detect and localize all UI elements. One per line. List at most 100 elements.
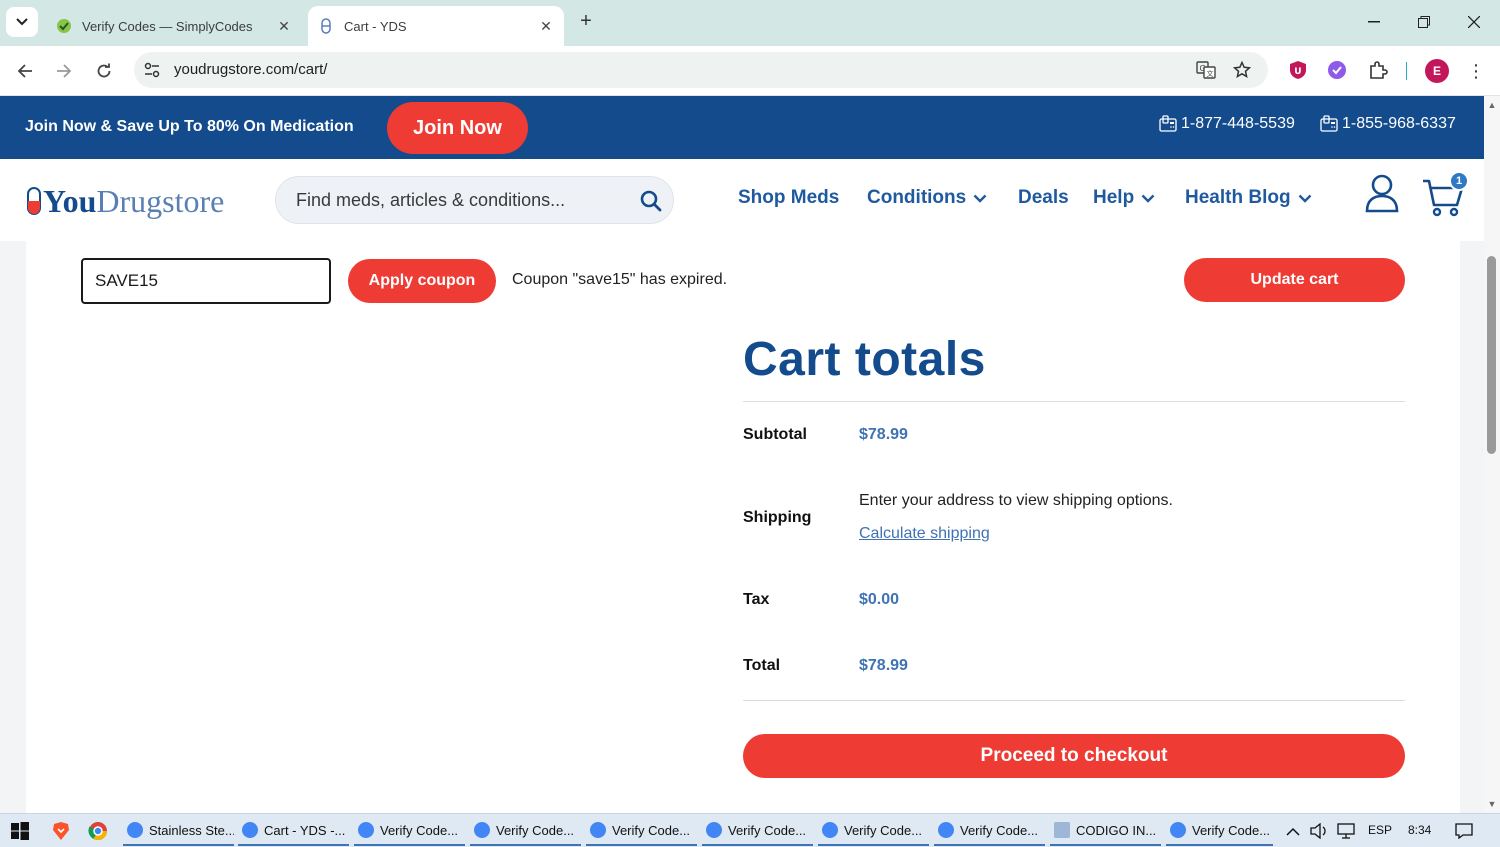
chrome-browser-icon[interactable] (88, 821, 108, 841)
tab-title: Verify Codes — SimplyCodes (82, 18, 253, 34)
taskbar-app-label: Verify Code... (380, 822, 459, 838)
chrome-app-icon (590, 822, 606, 838)
chrome-app-icon (127, 822, 143, 838)
tab-simplycodes[interactable]: Verify Codes — SimplyCodes ✕ (46, 6, 302, 46)
subtotal-label: Subtotal (743, 426, 807, 443)
cart-content (26, 241, 1460, 813)
account-user-icon[interactable] (1364, 173, 1400, 213)
svg-text:U: U (1294, 67, 1301, 77)
chrome-app-icon (1170, 822, 1186, 838)
search-input[interactable] (296, 188, 616, 212)
volume-icon[interactable] (1309, 821, 1329, 841)
nav-shop-meds[interactable]: Shop Meds (738, 187, 839, 209)
arrow-left-icon (17, 64, 32, 78)
chrome-app-icon (242, 822, 258, 838)
calculate-shipping-link[interactable]: Calculate shipping (859, 525, 990, 543)
fax-icon (1320, 115, 1338, 132)
promo-bar: Join Now & Save Up To 80% On Medication … (0, 96, 1484, 159)
taskbar-app-label: Verify Code... (844, 822, 923, 838)
logo-drugstore-text: Drugstore (96, 182, 225, 219)
proceed-to-checkout-button[interactable]: Proceed to checkout (743, 734, 1405, 778)
taskbar-app[interactable]: CODIGO IN... (1050, 816, 1161, 846)
close-icon[interactable]: ✕ (276, 18, 292, 35)
page-gutter-left (0, 241, 26, 813)
clock-time[interactable]: 8:34 (1408, 823, 1431, 837)
subtotal-value: $78.99 (859, 426, 908, 443)
browser-menu-icon[interactable]: ⋮ (1466, 59, 1486, 83)
nav-link-label: Help (1093, 187, 1135, 208)
back-button[interactable] (11, 57, 39, 85)
coupon-code-input[interactable] (81, 258, 331, 304)
toolbar-divider (1406, 62, 1407, 80)
shipping-text: Enter your address to view shipping opti… (859, 492, 1173, 509)
apply-coupon-button[interactable]: Apply coupon (348, 259, 496, 303)
nav-conditions[interactable]: Conditions (867, 187, 987, 209)
taskbar-app-label: Verify Code... (496, 822, 575, 838)
update-cart-button[interactable]: Update cart (1184, 258, 1405, 302)
simplycodes-extension-icon[interactable] (1326, 59, 1348, 81)
network-icon[interactable] (1337, 821, 1357, 841)
scroll-down-arrow-icon[interactable]: ▼ (1487, 799, 1497, 809)
taskbar-app[interactable]: Verify Code... (934, 816, 1045, 846)
pill-favicon-icon (318, 18, 334, 34)
cart-count-badge: 1 (1449, 171, 1469, 191)
profile-avatar[interactable]: E (1425, 59, 1449, 83)
browser-toolbar: youdrugstore.com/cart/ G文 U E ⋮ (0, 46, 1500, 96)
notifications-icon[interactable] (1454, 821, 1474, 841)
nav-deals[interactable]: Deals (1018, 187, 1069, 209)
reload-icon (97, 63, 111, 78)
taskbar-app[interactable]: Verify Code... (818, 816, 929, 846)
minimize-button[interactable] (1354, 8, 1394, 36)
close-window-button[interactable] (1454, 8, 1494, 36)
page-scrollbar[interactable]: ▲ ▼ (1484, 96, 1500, 813)
phone-number-text: 1-877-448-5539 (1181, 115, 1295, 132)
windows-start-icon[interactable] (10, 821, 30, 841)
taskbar-app[interactable]: Cart - YDS -... (238, 816, 349, 846)
close-icon[interactable]: ✕ (538, 18, 554, 35)
taskbar-app-label: Verify Code... (960, 822, 1039, 838)
taskbar-app-label: CODIGO IN... (1076, 822, 1157, 838)
language-indicator[interactable]: ESP (1368, 823, 1392, 837)
url-text[interactable]: youdrugstore.com/cart/ (174, 61, 327, 78)
scrollbar-thumb[interactable] (1487, 256, 1496, 454)
notepad-app-icon (1054, 822, 1070, 838)
taskbar-app-label: Stainless Ste... (149, 822, 234, 838)
address-bar[interactable]: youdrugstore.com/cart/ G文 (134, 52, 1268, 88)
tab-search-button[interactable] (6, 7, 38, 37)
new-tab-button[interactable]: + (574, 10, 598, 34)
nav-help[interactable]: Help (1093, 187, 1155, 209)
extensions-puzzle-icon[interactable] (1367, 59, 1389, 81)
chrome-app-icon (706, 822, 722, 838)
tab-cart-yds[interactable]: Cart - YDS ✕ (308, 6, 564, 46)
site-settings-icon[interactable] (143, 61, 161, 79)
taskbar-app[interactable]: Verify Code... (1166, 816, 1273, 846)
join-now-button[interactable]: Join Now (387, 102, 528, 154)
phone-number-2[interactable]: 1-855-968-6337 (1320, 115, 1456, 133)
nav-health-blog[interactable]: Health Blog (1185, 187, 1312, 209)
search-icon[interactable] (639, 189, 663, 213)
taskbar-app[interactable]: Verify Code... (586, 816, 697, 846)
taskbar-app[interactable]: Verify Code... (702, 816, 813, 846)
scroll-up-arrow-icon[interactable]: ▲ (1487, 100, 1497, 110)
reload-button[interactable] (90, 57, 118, 85)
taskbar-app[interactable]: Verify Code... (470, 816, 581, 846)
chrome-app-icon (938, 822, 954, 838)
chevron-down-icon (1141, 194, 1155, 203)
taskbar-app[interactable]: Stainless Ste... (123, 816, 234, 846)
tax-label: Tax (743, 591, 770, 608)
taskbar-app[interactable]: Verify Code... (354, 816, 465, 846)
nav-link-label: Conditions (867, 187, 967, 208)
chevron-up-icon[interactable] (1283, 821, 1303, 841)
bookmark-star-icon[interactable] (1232, 60, 1252, 80)
restore-button[interactable] (1404, 8, 1444, 36)
windows-taskbar: Stainless Ste... Cart - YDS -... Verify … (0, 813, 1500, 847)
taskbar-app-label: Verify Code... (728, 822, 807, 838)
coupon-message: Coupon "save15" has expired. (512, 271, 728, 288)
phone-number-text: 1-855-968-6337 (1342, 115, 1456, 132)
brave-browser-icon[interactable] (51, 821, 71, 841)
forward-button[interactable] (50, 57, 78, 85)
translate-icon[interactable]: G文 (1196, 60, 1216, 80)
ublock-extension-icon[interactable]: U (1287, 59, 1309, 81)
site-logo[interactable]: You Drugstore (26, 183, 224, 219)
phone-number-1[interactable]: 1-877-448-5539 (1159, 115, 1295, 133)
